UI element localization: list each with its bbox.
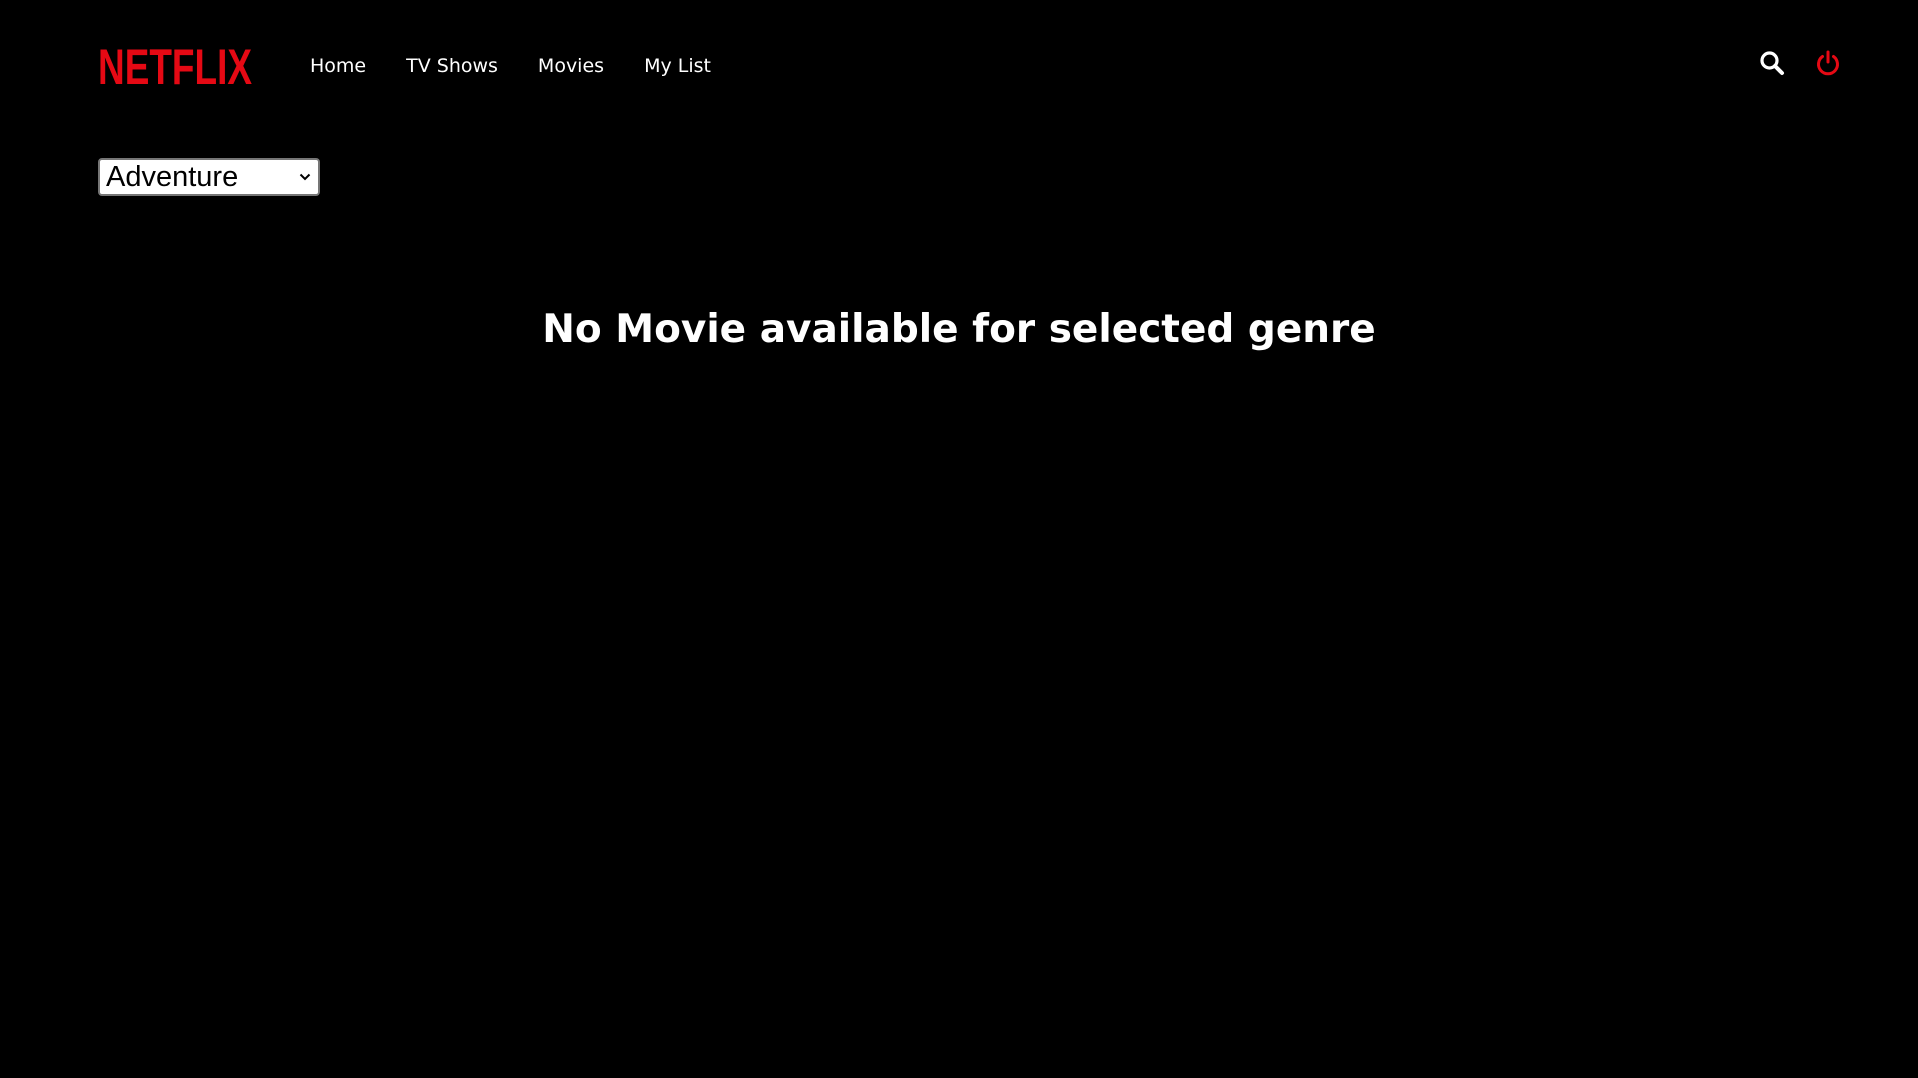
genre-select[interactable]: Adventure bbox=[98, 158, 320, 196]
power-icon bbox=[1817, 50, 1839, 76]
top-navigation-bar: NETFLIX Home TV Shows Movies My List bbox=[0, 0, 1918, 130]
main-nav: Home TV Shows Movies My List bbox=[310, 52, 711, 80]
netflix-logo[interactable]: NETFLIX bbox=[98, 40, 254, 90]
empty-state-message: No Movie available for selected genre bbox=[542, 307, 1376, 353]
logout-button[interactable] bbox=[1813, 48, 1843, 78]
chevron-down-icon bbox=[298, 170, 312, 184]
search-button[interactable] bbox=[1757, 48, 1787, 78]
search-icon bbox=[1760, 51, 1784, 75]
logo-text: NETFLIX bbox=[98, 40, 252, 90]
nav-item-my-list[interactable]: My List bbox=[644, 52, 711, 80]
nav-item-home[interactable]: Home bbox=[310, 52, 366, 80]
nav-item-tv-shows[interactable]: TV Shows bbox=[406, 52, 498, 80]
nav-item-movies[interactable]: Movies bbox=[538, 52, 604, 80]
genre-select-value: Adventure bbox=[106, 161, 239, 193]
netflix-logo-wordmark: NETFLIX bbox=[98, 40, 252, 90]
page: NETFLIX Home TV Shows Movies My List Adv… bbox=[0, 0, 1918, 1078]
